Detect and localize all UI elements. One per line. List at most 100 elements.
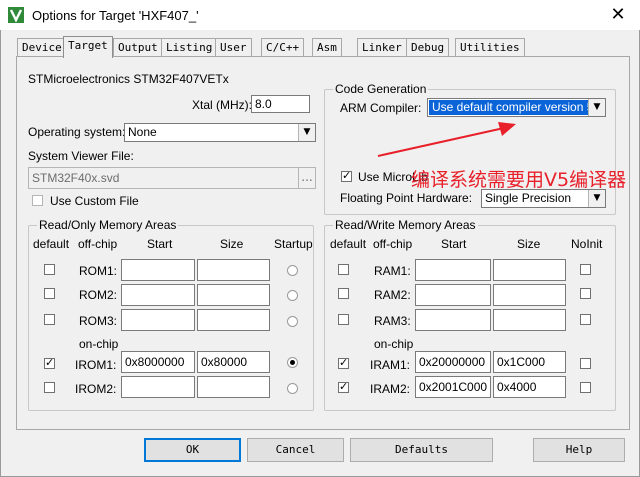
tab-cpp[interactable]: C/C++ [261,38,305,56]
rom2-start-input[interactable] [121,284,195,306]
ram1-noinit-checkbox[interactable] [580,264,591,275]
tab-linker[interactable]: Linker [357,38,407,56]
rom2-default-checkbox[interactable] [44,288,55,299]
rom-header-startup: Startup [274,237,313,251]
iram2-size-input[interactable]: 0x4000 [493,376,566,398]
iram2-start-input[interactable]: 0x2001C000 [415,376,491,398]
ram3-start-input[interactable] [415,309,491,331]
rom2-size-input[interactable] [197,284,270,306]
irom1-start-input[interactable]: 0x8000000 [121,351,195,373]
irom2-startup-radio[interactable] [287,383,298,394]
tab-target[interactable]: Target [63,36,113,58]
ram1-start-input[interactable] [415,259,491,281]
iram1-start-input[interactable]: 0x20000000 [415,351,491,373]
checkmark-icon: ✓ [45,356,55,369]
tab-device[interactable]: Device [17,38,67,56]
ram-header-start: Start [441,237,467,251]
rom1-start-input[interactable] [121,259,195,281]
arm-compiler-label: ARM Compiler: [340,101,422,115]
iram2-label: IRAM2: [370,382,411,396]
keil-app-icon [8,7,24,23]
rom1-label: ROM1: [79,264,118,278]
ram-header-default: default [330,237,367,251]
rom-header-start: Start [147,237,173,251]
os-select-value: None [128,125,157,139]
iram2-default-checkbox[interactable]: ✓ [338,380,349,393]
ram3-label: RAM3: [374,314,411,328]
irom2-label: IROM2: [75,382,117,396]
annotation-arrow-icon [377,122,516,157]
iram1-default-checkbox[interactable]: ✓ [338,356,349,369]
code-generation-title: Code Generation [333,82,429,96]
chevron-down-icon[interactable]: ▼ [588,190,605,207]
os-label: Operating system: [28,125,126,139]
irom1-startup-radio[interactable] [287,357,298,368]
ram1-label: RAM1: [374,264,411,278]
iram1-noinit-checkbox[interactable] [580,358,591,369]
cancel-button-visible[interactable]: Cancel [247,438,344,462]
rom3-size-input[interactable] [197,309,270,331]
tab-user[interactable]: User [215,38,252,56]
help-button[interactable]: Help [533,438,625,462]
ram3-default-checkbox[interactable] [338,314,349,325]
xtal-input[interactable]: 8.0 [251,95,310,113]
rom2-label: ROM2: [79,288,118,302]
chevron-down-icon[interactable]: ▼ [298,124,315,141]
device-name: STMicroelectronics STM32F407VETx [28,72,229,86]
arm-compiler-select[interactable]: Use default compiler version 5 ▼ [427,98,606,117]
tab-output[interactable]: Output [113,38,163,56]
rom3-start-input[interactable] [121,309,195,331]
window-title: Options for Target 'HXF407_' [32,8,199,23]
iram2-noinit-checkbox[interactable] [580,382,591,393]
browse-button[interactable]: ... [298,167,316,189]
sysview-label: System Viewer File: [28,149,134,163]
irom2-size-input[interactable] [197,376,270,398]
ram3-size-input[interactable] [493,309,566,331]
ram2-size-input[interactable] [493,284,566,306]
rom-group-title: Read/Only Memory Areas [37,218,179,232]
xtal-label: Xtal (MHz): [192,98,252,112]
irom1-default-checkbox[interactable]: ✓ [44,356,55,369]
tab-debug[interactable]: Debug [406,38,450,56]
microlib-checkbox[interactable]: ✓ [341,169,352,182]
ram3-noinit-checkbox[interactable] [580,314,591,325]
rom3-default-checkbox[interactable] [44,314,55,325]
ram-onchip-label: on-chip [374,337,414,351]
tab-asm[interactable]: Asm [312,38,342,56]
rom3-label: ROM3: [79,314,118,328]
ram2-default-checkbox[interactable] [338,288,349,299]
ram-header-size: Size [517,237,541,251]
os-select[interactable]: None ▼ [124,123,316,142]
rom1-default-checkbox[interactable] [44,264,55,275]
iram1-label: IRAM1: [370,358,411,372]
ram2-noinit-checkbox[interactable] [580,288,591,299]
rom-header-default: default [33,237,70,251]
rom1-startup-radio[interactable] [287,265,298,276]
arm-compiler-value: Use default compiler version 5 [429,100,597,115]
close-icon[interactable]: ✕ [606,4,630,26]
ram2-label: RAM2: [374,288,411,302]
rom2-startup-radio[interactable] [287,290,298,301]
rom1-size-input[interactable] [197,259,270,281]
tab-utilities[interactable]: Utilities [455,38,525,56]
ram1-size-input[interactable] [493,259,566,281]
sysview-input[interactable]: STM32F40x.svd [28,167,300,189]
irom2-default-checkbox[interactable] [44,382,55,393]
ok-button[interactable]: OK [144,438,241,462]
tab-listing[interactable]: Listing [161,38,218,56]
rom-onchip-label: on-chip [79,337,119,351]
ram1-default-checkbox[interactable] [338,264,349,275]
irom1-size-input[interactable]: 0x80000 [197,351,270,373]
checkmark-icon: ✓ [339,356,349,369]
custom-file-checkbox[interactable] [32,195,43,206]
ram-group-title: Read/Write Memory Areas [333,218,478,232]
irom1-label: IROM1: [75,358,117,372]
defaults-button[interactable]: Defaults [350,438,493,462]
iram1-size-input[interactable]: 0x1C000 [493,351,566,373]
rom3-startup-radio[interactable] [287,316,298,327]
ram2-start-input[interactable] [415,284,491,306]
irom2-start-input[interactable] [121,376,195,398]
rom-header-offchip: off-chip [78,237,118,251]
custom-file-label: Use Custom File [50,194,139,208]
chevron-down-icon[interactable]: ▼ [588,99,605,116]
